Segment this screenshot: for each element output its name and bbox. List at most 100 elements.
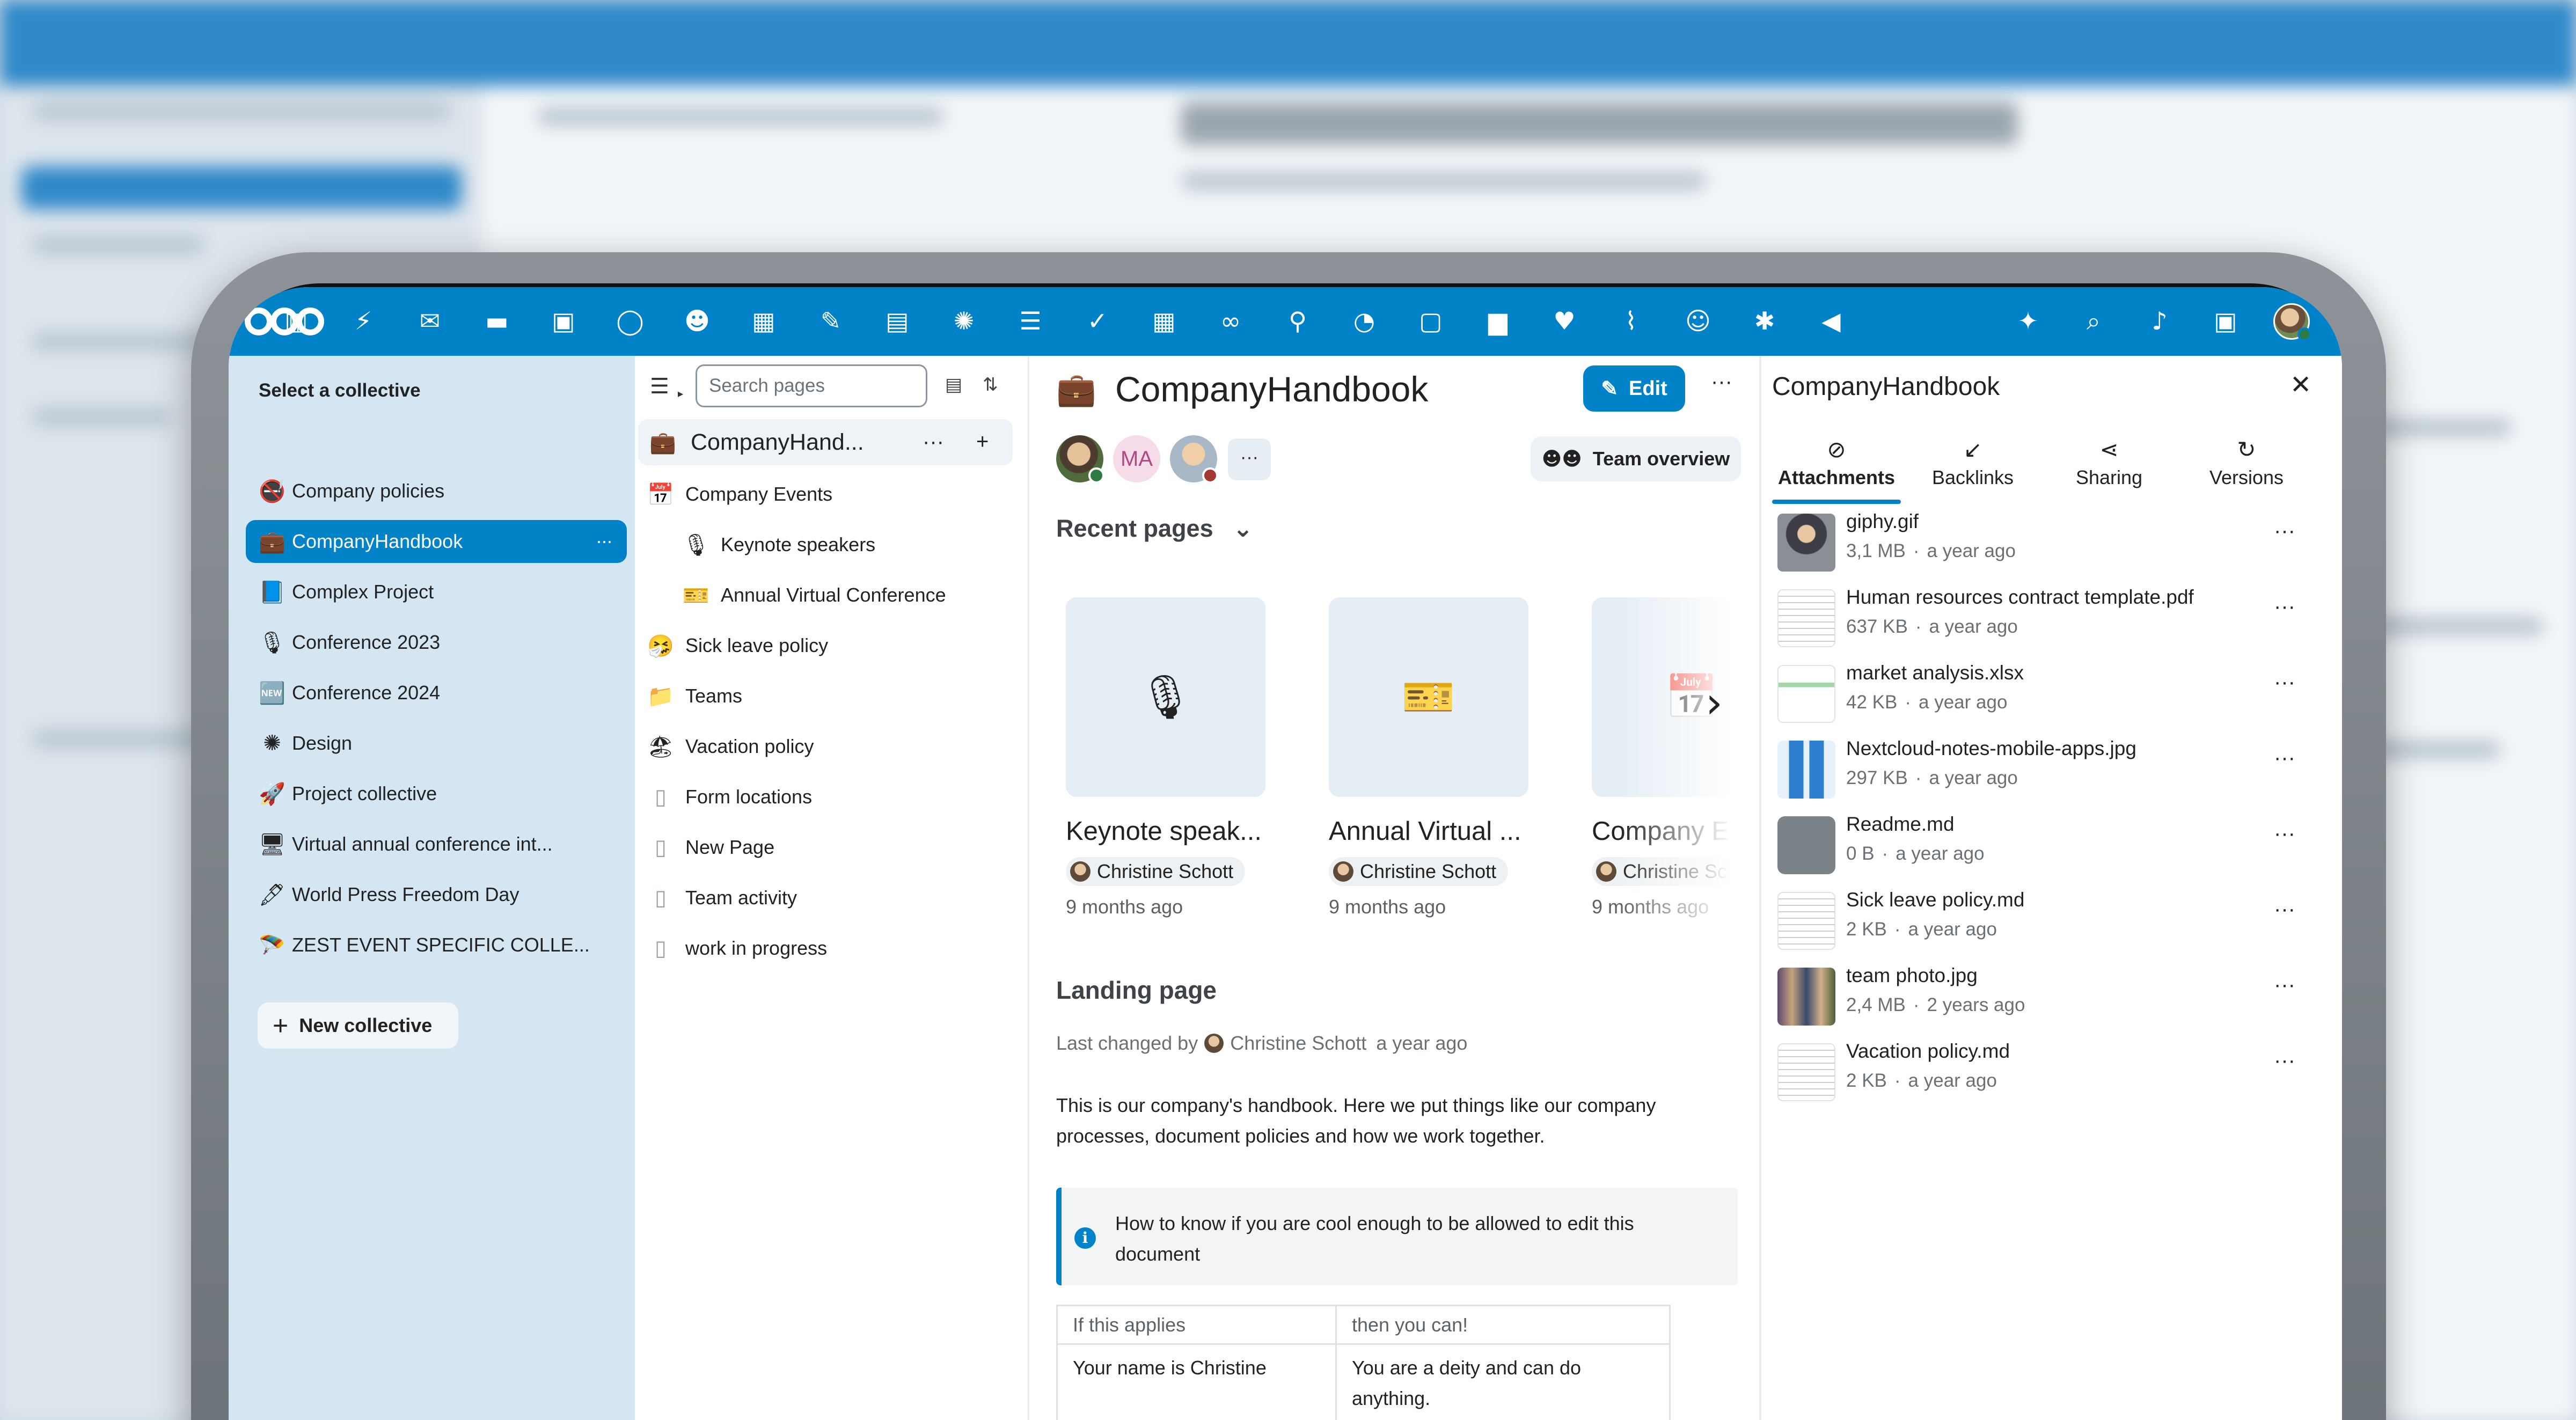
attachment-item[interactable]: Vacation policy.md 2 KB · a year ago ··· <box>1777 1030 2314 1104</box>
page-item-root[interactable]: 💼 CompanyHand... ··· + <box>638 419 1013 465</box>
activity-icon[interactable]: ⚡ <box>346 302 381 340</box>
collective-item[interactable]: 💼 CompanyHandbook ··· <box>246 520 627 563</box>
page-item[interactable]: 📅 Company Events <box>645 473 832 516</box>
recent-page-title[interactable]: Keynote speak... <box>1066 816 1262 846</box>
file-name[interactable]: Human resources contract template.pdf <box>1846 586 2194 609</box>
analytics-icon[interactable]: ⌇ <box>1613 302 1649 340</box>
file-name[interactable]: market analysis.xlsx <box>1846 662 2024 684</box>
add-page-button[interactable]: + <box>976 430 989 454</box>
recent-page-card[interactable]: 🎫 <box>1329 597 1528 797</box>
attachment-actions-button[interactable]: ··· <box>2274 519 2295 543</box>
more-members-button[interactable]: ··· <box>1228 438 1271 480</box>
file-name[interactable]: Nextcloud-notes-mobile-apps.jpg <box>1846 737 2136 760</box>
recent-pages-toggle[interactable]: Recent pages ⌄ <box>1056 514 1253 543</box>
file-name[interactable]: team photo.jpg <box>1846 964 1978 987</box>
file-name[interactable]: Sick leave policy.md <box>1846 889 2024 911</box>
page-item[interactable]: ▯ New Page <box>645 826 774 869</box>
page-item[interactable]: ▯ Team activity <box>645 876 797 919</box>
user-icon[interactable]: ☺ <box>1680 302 1716 340</box>
attachment-actions-button[interactable]: ··· <box>2274 746 2295 770</box>
tables-icon[interactable]: ▦ <box>1146 302 1182 340</box>
bus-icon[interactable]: ▢ <box>1413 302 1448 340</box>
collective-actions-button[interactable]: ··· <box>596 530 613 552</box>
tab-attachments[interactable]: ⊘ Attachments <box>1772 436 1901 504</box>
dashboard-gauge-icon[interactable]: ◔ <box>1346 302 1382 340</box>
search-pages-input[interactable] <box>697 366 926 406</box>
page-item[interactable]: ▯ Form locations <box>645 775 812 818</box>
search-pages-field[interactable] <box>696 364 927 407</box>
collective-item[interactable]: 🖥 Virtual annual conference int... <box>246 823 627 866</box>
collective-item[interactable]: 🎙 Conference 2023 <box>246 621 627 664</box>
assistant-icon[interactable]: ✦ <box>2010 302 2046 340</box>
photos-icon[interactable]: ▣ <box>546 302 581 340</box>
recent-page-author[interactable]: Christine Schott <box>1066 857 1246 886</box>
announcements-icon[interactable]: ✱ <box>1747 302 1782 340</box>
deck-icon[interactable]: ▤ <box>880 302 915 340</box>
attachment-actions-button[interactable]: ··· <box>2274 670 2295 694</box>
attachment-item[interactable]: giphy.gif 3,1 MB · a year ago ··· <box>1777 501 2314 575</box>
mail-icon[interactable]: ✉ <box>412 302 448 340</box>
file-name[interactable]: Vacation policy.md <box>1846 1040 2010 1063</box>
sort-icon[interactable]: ⇅ <box>983 374 998 396</box>
collective-item[interactable]: 🆕 Conference 2024 <box>246 671 627 714</box>
tasks-check-icon[interactable]: ✓ <box>1080 302 1115 340</box>
tab-versions[interactable]: ↻ Versions <box>2182 436 2311 489</box>
new-collective-button[interactable]: + New collective <box>258 1002 458 1049</box>
attachment-item[interactable]: Nextcloud-notes-mobile-apps.jpg 297 KB · a … <box>1777 728 2314 802</box>
collective-item[interactable]: 🚭 Company policies <box>246 470 627 513</box>
attachment-actions-button[interactable]: ··· <box>2274 595 2295 619</box>
chevron-right-icon[interactable]: › <box>1706 678 1723 728</box>
collective-item[interactable]: 🪂 ZEST EVENT SPECIFIC COLLE... <box>246 924 627 967</box>
attachment-item[interactable]: team photo.jpg 2,4 MB · 2 years ago ··· <box>1777 955 2314 1029</box>
collective-item[interactable]: 🚀 Project collective <box>246 772 627 815</box>
page-item[interactable]: 🎫 Annual Virtual Conference <box>680 574 946 617</box>
collective-item[interactable]: ✺ Design <box>246 722 627 765</box>
tasks-list-icon[interactable]: ☰ <box>1013 302 1048 340</box>
heart-icon[interactable]: ♥ <box>1547 302 1582 340</box>
tab-backlinks[interactable]: ↙ Backlinks <box>1908 436 2037 489</box>
user-avatar[interactable] <box>2273 303 2311 341</box>
member-avatar[interactable] <box>1056 435 1104 484</box>
collective-item[interactable]: 🖋 World Press Freedom Day <box>246 873 627 916</box>
search-icon[interactable]: ⌕ <box>2076 302 2111 340</box>
attachment-item[interactable]: Readme.md 0 B · a year ago ··· <box>1777 803 2314 877</box>
megaphone-icon[interactable]: ◀ <box>1813 302 1849 340</box>
attachment-item[interactable]: Human resources contract template.pdf 637… <box>1777 576 2314 650</box>
talk-icon[interactable]: ◯ <box>612 302 648 340</box>
page-item[interactable]: 🏖 Vacation policy <box>645 725 814 768</box>
caret-icon[interactable]: ▸ <box>678 387 683 400</box>
notes-icon[interactable]: ✎ <box>813 302 848 340</box>
collectives-icon[interactable]: ✺ <box>946 302 982 340</box>
contacts-icon[interactable]: ☻ <box>679 302 715 340</box>
edit-button[interactable]: ✎ Edit <box>1583 365 1685 412</box>
notifications-icon[interactable]: ♪ <box>2142 302 2177 340</box>
briefcase-icon[interactable]: ▆ <box>1480 302 1516 340</box>
attachment-actions-button[interactable]: ··· <box>2274 822 2295 846</box>
attachment-actions-button[interactable]: ··· <box>2274 973 2295 997</box>
page-item[interactable]: ▯ work in progress <box>645 927 827 970</box>
recent-page-title[interactable]: Annual Virtual ... <box>1329 816 1521 846</box>
member-avatar-initials[interactable]: MA <box>1113 435 1160 482</box>
page-more-button[interactable]: ··· <box>1711 370 1732 394</box>
attachment-item[interactable]: Sick leave policy.md 2 KB · a year ago ··· <box>1777 879 2314 953</box>
file-name[interactable]: giphy.gif <box>1846 510 1919 533</box>
maps-icon[interactable]: ⚲ <box>1280 302 1315 340</box>
file-name[interactable]: Readme.md <box>1846 813 1955 836</box>
dashboard-icon[interactable]: ▥ <box>279 302 314 340</box>
files-icon[interactable]: ▬ <box>479 302 515 340</box>
recent-page-card[interactable]: 🎙 <box>1066 597 1265 797</box>
collective-item[interactable]: 📘 Complex Project <box>246 570 627 613</box>
toggle-navigation-icon[interactable]: ☰ <box>650 374 669 399</box>
template-icon[interactable]: ▤ <box>945 374 962 396</box>
attachment-actions-button[interactable]: ··· <box>2274 1049 2295 1073</box>
member-avatar[interactable] <box>1170 435 1218 484</box>
attachment-actions-button[interactable]: ··· <box>2274 897 2295 921</box>
attachment-item[interactable]: market analysis.xlsx 42 KB · a year ago ··· <box>1777 652 2314 726</box>
page-item[interactable]: 🤧 Sick leave policy <box>645 624 828 667</box>
page-item[interactable]: 📁 Teams <box>645 675 742 718</box>
recent-page-author[interactable]: Christine Schott <box>1329 857 1509 886</box>
contacts-menu-icon[interactable]: ▣ <box>2208 302 2243 340</box>
tab-sharing[interactable]: ⋖ Sharing <box>2045 436 2174 489</box>
close-icon[interactable]: ✕ <box>2290 370 2311 400</box>
page-actions-button[interactable]: ··· <box>923 430 944 454</box>
